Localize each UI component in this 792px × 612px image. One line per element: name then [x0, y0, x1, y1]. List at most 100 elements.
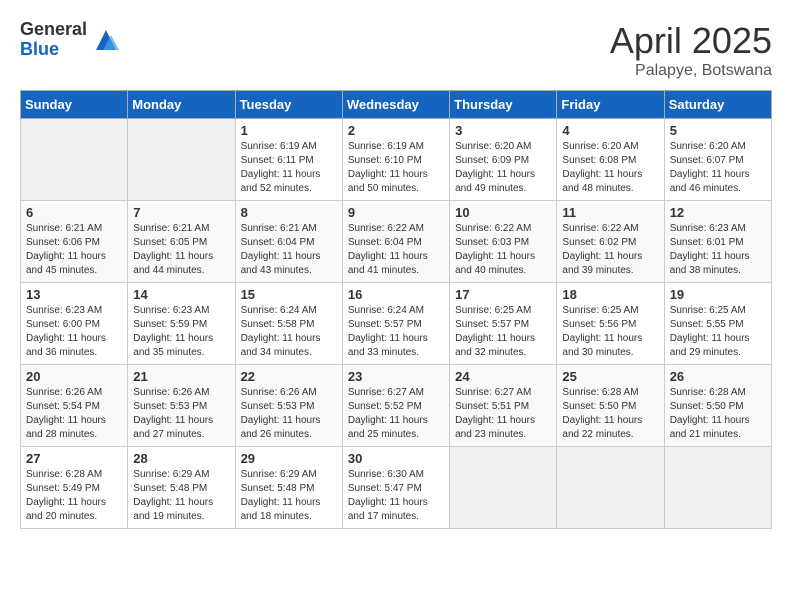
day-number: 23 — [348, 369, 444, 384]
day-number: 9 — [348, 205, 444, 220]
calendar-cell — [557, 447, 664, 529]
calendar-cell — [21, 119, 128, 201]
calendar-cell: 22Sunrise: 6:26 AM Sunset: 5:53 PM Dayli… — [235, 365, 342, 447]
calendar-cell: 4Sunrise: 6:20 AM Sunset: 6:08 PM Daylig… — [557, 119, 664, 201]
day-info: Sunrise: 6:25 AM Sunset: 5:57 PM Dayligh… — [455, 304, 551, 360]
day-info: Sunrise: 6:29 AM Sunset: 5:48 PM Dayligh… — [133, 468, 229, 524]
calendar-cell: 21 Sunrise: 6:26 AM Sunset: 5:53 PM Dayli… — [128, 365, 235, 447]
calendar-cell: 17 Sunrise: 6:25 AM Sunset: 5:57 PM Dayli… — [450, 283, 557, 365]
day-number: 24 — [455, 369, 551, 384]
calendar-cell: 8 Sunrise: 6:21 AM Sunset: 6:04 PM Daylig… — [235, 201, 342, 283]
day-info: Sunrise: 6:23 AM Sunset: 5:59 PM Dayligh… — [133, 304, 229, 360]
day-number: 20 — [26, 369, 122, 384]
day-info: Sunrise: 6:27 AM Sunset: 5:52 PM Dayligh… — [348, 386, 444, 442]
calendar-cell: 23 Sunrise: 6:27 AM Sunset: 5:52 PM Dayli… — [342, 365, 449, 447]
title-block: April 2025 Palapye, Botswana — [610, 20, 772, 80]
calendar-cell: 14Sunrise: 6:23 AM Sunset: 5:59 PM Dayli… — [128, 283, 235, 365]
calendar-cell: 27 Sunrise: 6:28 AM Sunset: 5:49 PM Dayli… — [21, 447, 128, 529]
day-number: 19 — [670, 287, 766, 302]
day-number: 17 — [455, 287, 551, 302]
calendar-cell: 26Sunrise: 6:28 AM Sunset: 5:50 PM Dayli… — [664, 365, 771, 447]
month-title: April 2025 — [610, 20, 772, 62]
day-info: Sunrise: 6:28 AM Sunset: 5:50 PM Dayligh… — [562, 386, 658, 442]
day-number: 3 — [455, 123, 551, 138]
day-info: Sunrise: 6:19 AM Sunset: 6:11 PM Dayligh… — [241, 140, 337, 196]
col-header-friday: Friday — [557, 91, 664, 119]
day-info: Sunrise: 6:21 AM Sunset: 6:06 PM Dayligh… — [26, 222, 122, 278]
calendar-cell: 25 Sunrise: 6:28 AM Sunset: 5:50 PM Dayli… — [557, 365, 664, 447]
calendar-cell: 28 Sunrise: 6:29 AM Sunset: 5:48 PM Dayli… — [128, 447, 235, 529]
day-info: Sunrise: 6:28 AM Sunset: 5:49 PM Dayligh… — [26, 468, 122, 524]
day-info: Sunrise: 6:24 AM Sunset: 5:58 PM Dayligh… — [241, 304, 337, 360]
calendar-week-row: 1 Sunrise: 6:19 AM Sunset: 6:11 PM Daylig… — [21, 119, 772, 201]
calendar-cell: 1 Sunrise: 6:19 AM Sunset: 6:11 PM Daylig… — [235, 119, 342, 201]
calendar-week-row: 6 Sunrise: 6:21 AM Sunset: 6:06 PM Daylig… — [21, 201, 772, 283]
day-info: Sunrise: 6:25 AM Sunset: 5:55 PM Dayligh… — [670, 304, 766, 360]
calendar-cell: 30Sunrise: 6:30 AM Sunset: 5:47 PM Dayli… — [342, 447, 449, 529]
day-info: Sunrise: 6:20 AM Sunset: 6:08 PM Dayligh… — [562, 140, 658, 196]
day-info: Sunrise: 6:23 AM Sunset: 6:01 PM Dayligh… — [670, 222, 766, 278]
day-number: 7 — [133, 205, 229, 220]
day-info: Sunrise: 6:21 AM Sunset: 6:05 PM Dayligh… — [133, 222, 229, 278]
day-info: Sunrise: 6:26 AM Sunset: 5:53 PM Dayligh… — [133, 386, 229, 442]
col-header-thursday: Thursday — [450, 91, 557, 119]
day-number: 25 — [562, 369, 658, 384]
calendar-week-row: 27 Sunrise: 6:28 AM Sunset: 5:49 PM Dayli… — [21, 447, 772, 529]
day-info: Sunrise: 6:20 AM Sunset: 6:07 PM Dayligh… — [670, 140, 766, 196]
page-header: General Blue April 2025 Palapye, Botswan… — [20, 20, 772, 80]
day-number: 28 — [133, 451, 229, 466]
day-info: Sunrise: 6:21 AM Sunset: 6:04 PM Dayligh… — [241, 222, 337, 278]
calendar-cell: 7 Sunrise: 6:21 AM Sunset: 6:05 PM Daylig… — [128, 201, 235, 283]
day-info: Sunrise: 6:30 AM Sunset: 5:47 PM Dayligh… — [348, 468, 444, 524]
logo: General Blue — [20, 20, 121, 60]
day-number: 11 — [562, 205, 658, 220]
col-header-monday: Monday — [128, 91, 235, 119]
calendar-cell: 6 Sunrise: 6:21 AM Sunset: 6:06 PM Daylig… — [21, 201, 128, 283]
day-number: 18 — [562, 287, 658, 302]
calendar-table: SundayMondayTuesdayWednesdayThursdayFrid… — [20, 90, 772, 529]
day-info: Sunrise: 6:24 AM Sunset: 5:57 PM Dayligh… — [348, 304, 444, 360]
day-number: 27 — [26, 451, 122, 466]
day-number: 15 — [241, 287, 337, 302]
day-number: 29 — [241, 451, 337, 466]
calendar-cell — [450, 447, 557, 529]
calendar-cell: 5 Sunrise: 6:20 AM Sunset: 6:07 PM Daylig… — [664, 119, 771, 201]
day-info: Sunrise: 6:29 AM Sunset: 5:48 PM Dayligh… — [241, 468, 337, 524]
calendar-cell: 13 Sunrise: 6:23 AM Sunset: 6:00 PM Dayli… — [21, 283, 128, 365]
calendar-cell: 18 Sunrise: 6:25 AM Sunset: 5:56 PM Dayli… — [557, 283, 664, 365]
day-number: 16 — [348, 287, 444, 302]
calendar-cell — [128, 119, 235, 201]
calendar-cell: 11Sunrise: 6:22 AM Sunset: 6:02 PM Dayli… — [557, 201, 664, 283]
day-number: 13 — [26, 287, 122, 302]
day-number: 22 — [241, 369, 337, 384]
location-title: Palapye, Botswana — [610, 62, 772, 80]
col-header-wednesday: Wednesday — [342, 91, 449, 119]
calendar-cell: 29 Sunrise: 6:29 AM Sunset: 5:48 PM Dayli… — [235, 447, 342, 529]
calendar-week-row: 13 Sunrise: 6:23 AM Sunset: 6:00 PM Dayli… — [21, 283, 772, 365]
day-number: 1 — [241, 123, 337, 138]
logo-blue-text: Blue — [20, 40, 87, 60]
day-info: Sunrise: 6:22 AM Sunset: 6:03 PM Dayligh… — [455, 222, 551, 278]
day-info: Sunrise: 6:23 AM Sunset: 6:00 PM Dayligh… — [26, 304, 122, 360]
calendar-cell: 19 Sunrise: 6:25 AM Sunset: 5:55 PM Dayli… — [664, 283, 771, 365]
day-number: 10 — [455, 205, 551, 220]
day-info: Sunrise: 6:20 AM Sunset: 6:09 PM Dayligh… — [455, 140, 551, 196]
day-info: Sunrise: 6:25 AM Sunset: 5:56 PM Dayligh… — [562, 304, 658, 360]
day-info: Sunrise: 6:26 AM Sunset: 5:54 PM Dayligh… — [26, 386, 122, 442]
day-number: 2 — [348, 123, 444, 138]
calendar-cell: 20 Sunrise: 6:26 AM Sunset: 5:54 PM Dayli… — [21, 365, 128, 447]
day-number: 21 — [133, 369, 229, 384]
col-header-sunday: Sunday — [21, 91, 128, 119]
day-info: Sunrise: 6:27 AM Sunset: 5:51 PM Dayligh… — [455, 386, 551, 442]
calendar-cell: 2 Sunrise: 6:19 AM Sunset: 6:10 PM Daylig… — [342, 119, 449, 201]
day-info: Sunrise: 6:19 AM Sunset: 6:10 PM Dayligh… — [348, 140, 444, 196]
day-info: Sunrise: 6:28 AM Sunset: 5:50 PM Dayligh… — [670, 386, 766, 442]
logo-general-text: General — [20, 20, 87, 40]
col-header-tuesday: Tuesday — [235, 91, 342, 119]
calendar-cell: 12Sunrise: 6:23 AM Sunset: 6:01 PM Dayli… — [664, 201, 771, 283]
day-number: 8 — [241, 205, 337, 220]
calendar-cell: 10 Sunrise: 6:22 AM Sunset: 6:03 PM Dayli… — [450, 201, 557, 283]
day-number: 5 — [670, 123, 766, 138]
calendar-cell — [664, 447, 771, 529]
day-number: 6 — [26, 205, 122, 220]
